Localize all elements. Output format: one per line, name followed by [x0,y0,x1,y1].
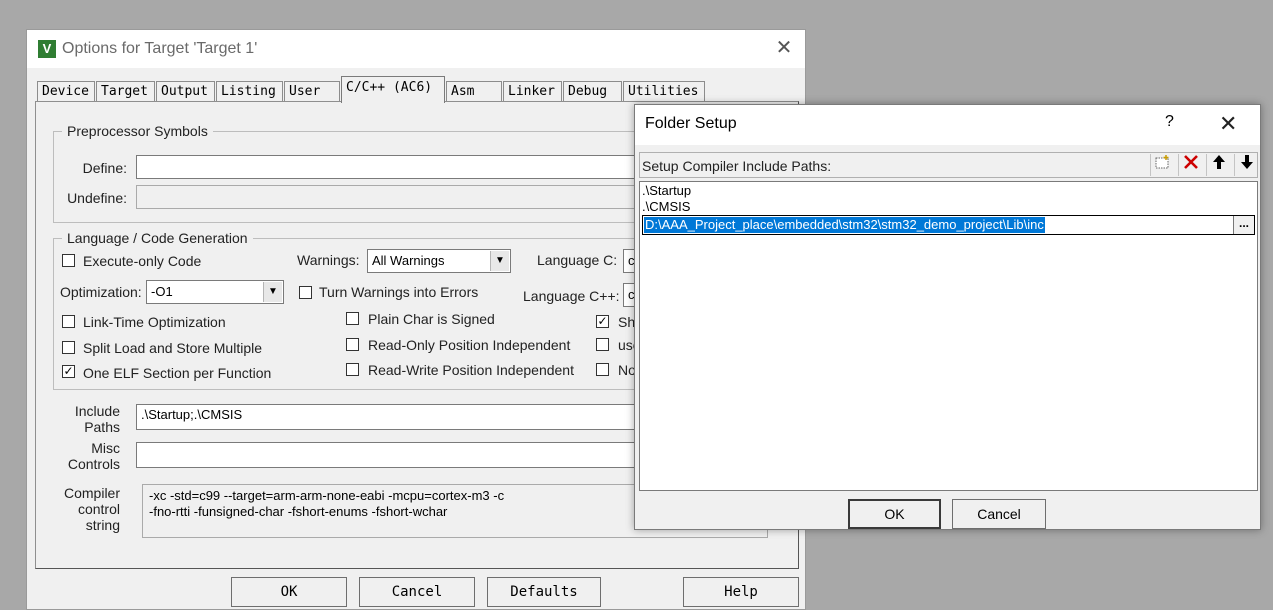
preprocessor-legend: Preprocessor Symbols [67,123,208,139]
close-icon[interactable]: ✕ [773,36,795,60]
include-paths-label-line1: Include [74,403,120,419]
tab-output[interactable]: Output [156,81,215,101]
include-paths-label-line2: Paths [84,419,120,435]
keil-app-icon: V [38,40,56,58]
include-paths-list[interactable]: .\Startup .\CMSIS D:\AAA_Project_place\e… [639,181,1258,491]
ropi-label: Read-Only Position Independent [368,337,571,353]
split-load-checkbox[interactable] [62,341,75,354]
folder-setup-titlebar[interactable]: Folder Setup ? ✕ [635,105,1260,145]
compiler-control-label-line2: control [77,501,120,517]
folder-setup-title: Folder Setup [645,115,737,132]
ropi-checkbox[interactable] [346,338,359,351]
move-up-icon[interactable] [1206,154,1231,176]
split-load-label: Split Load and Store Multiple [83,340,262,356]
misc-controls-label: Misc Controls [57,440,120,472]
use-option-checkbox[interactable] [596,338,609,351]
include-paths-label: Include Paths [67,403,120,435]
chevron-down-icon: ▼ [263,282,282,302]
warnings-value: All Warnings [372,253,445,268]
include-paths-header: Setup Compiler Include Paths: [639,152,1258,178]
execute-only-label: Execute-only Code [83,253,202,269]
browse-button[interactable]: ... [1233,216,1254,234]
include-paths-header-label: Setup Compiler Include Paths: [642,158,832,174]
misc-controls-label-line2: Controls [67,456,120,472]
language-c-label: Language C: [537,252,618,268]
codegen-legend: Language / Code Generation [67,230,248,246]
lto-checkbox[interactable] [62,315,75,328]
misc-controls-label-line1: Misc [91,440,120,456]
warnings-select[interactable]: All Warnings ▼ [367,249,511,273]
compiler-control-label: Compiler control string [57,485,120,533]
one-elf-label: One ELF Section per Function [83,365,272,381]
move-down-icon[interactable] [1234,154,1259,176]
optimization-select[interactable]: -O1 ▼ [146,280,284,304]
folder-cancel-button[interactable]: Cancel [952,499,1046,529]
options-dialog-title: Options for Target 'Target 1' [62,40,258,57]
new-folder-icon[interactable] [1150,154,1175,176]
turn-warnings-checkbox[interactable] [299,286,312,299]
options-titlebar[interactable]: V Options for Target 'Target 1' ✕ [27,30,805,68]
delete-icon[interactable] [1178,154,1203,176]
execute-only-checkbox[interactable] [62,254,75,267]
no-option-checkbox[interactable] [596,363,609,376]
compiler-control-label-line1: Compiler [63,485,120,501]
warnings-label: Warnings: [297,252,360,268]
tab-debug[interactable]: Debug [563,81,622,101]
list-item[interactable]: .\CMSIS [642,199,690,215]
short-option-checkbox[interactable]: ✓ [596,315,609,328]
help-button[interactable]: Help [683,577,799,607]
plain-char-checkbox[interactable] [346,312,359,325]
help-icon[interactable]: ? [1165,113,1174,131]
tab-c-cpp-ac6[interactable]: C/C++ (AC6) [341,76,445,103]
rwpi-label: Read-Write Position Independent [368,362,574,378]
ok-button[interactable]: OK [231,577,347,607]
defaults-button[interactable]: Defaults [487,577,601,607]
folder-ok-button[interactable]: OK [848,499,941,529]
optimization-label: Optimization: [60,284,142,300]
folder-setup-dialog: Folder Setup ? ✕ Setup Compiler Include … [634,104,1261,530]
lto-label: Link-Time Optimization [83,314,226,330]
undefine-label: Undefine: [67,190,127,206]
tab-listing[interactable]: Listing [216,81,283,101]
chevron-down-icon: ▼ [490,251,509,271]
plain-char-label: Plain Char is Signed [368,311,495,327]
tab-user[interactable]: User [284,81,340,101]
language-cpp-label: Language C++: [523,288,620,304]
define-label: Define: [82,160,127,176]
path-edit-value[interactable]: D:\AAA_Project_place\embedded\stm32\stm3… [644,217,1045,233]
list-item[interactable]: .\Startup [642,183,691,199]
tab-asm[interactable]: Asm [446,81,502,101]
path-edit-field[interactable]: D:\AAA_Project_place\embedded\stm32\stm3… [642,215,1255,235]
cancel-button[interactable]: Cancel [359,577,475,607]
tab-linker[interactable]: Linker [503,81,562,101]
tab-utilities[interactable]: Utilities [623,81,705,101]
tab-device[interactable]: Device [37,81,95,101]
tab-target[interactable]: Target [96,81,155,101]
rwpi-checkbox[interactable] [346,363,359,376]
turn-warnings-label: Turn Warnings into Errors [319,284,479,300]
compiler-control-label-line3: string [85,517,120,533]
close-icon[interactable]: ✕ [1219,111,1237,137]
one-elf-checkbox[interactable]: ✓ [62,365,75,378]
optimization-value: -O1 [151,284,173,299]
short-option-label: Sh [618,314,636,330]
